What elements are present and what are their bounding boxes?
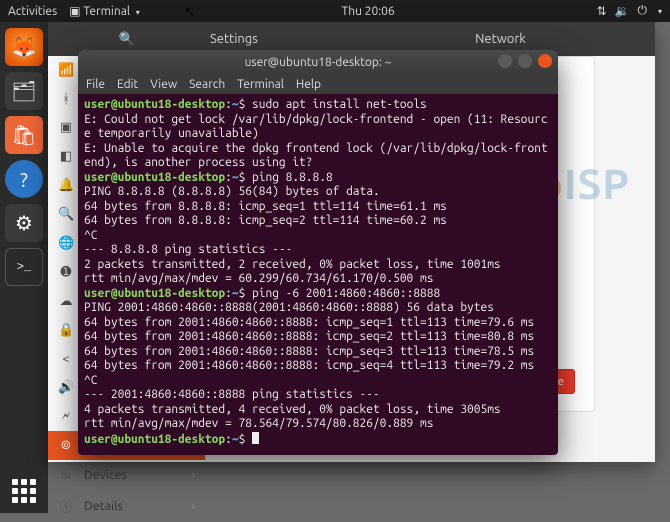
terminal-menu-view[interactable]: View: [150, 78, 177, 91]
terminal-menu-help[interactable]: Help: [296, 78, 321, 91]
terminal-menu-search[interactable]: Search: [189, 78, 225, 91]
dock-firefox[interactable]: 🦊: [5, 28, 43, 66]
settings-search-button[interactable]: 🔍: [48, 32, 206, 47]
power-icon: 🗲: [58, 409, 74, 424]
settings-title: Settings: [206, 32, 346, 46]
terminal-menu-file[interactable]: File: [86, 78, 105, 91]
window-close-button[interactable]: [538, 54, 552, 68]
network-status-icon[interactable]: ⇅: [596, 4, 606, 18]
sound-icon: 🔊: [58, 380, 74, 395]
bell-icon: 🔔: [58, 178, 74, 193]
settings-panel-title: Network: [346, 32, 655, 46]
sidebar-item-details[interactable]: ⓘ Details ›: [48, 489, 205, 522]
dock-show-apps[interactable]: [0, 479, 48, 503]
dock: 🦊 🗂 🛍 ? ⚙ >_: [0, 22, 48, 513]
terminal-menu-terminal[interactable]: Terminal: [237, 78, 284, 91]
bt-icon: ᚼ: [58, 92, 74, 106]
terminal-menubar: File Edit View Search Terminal Help: [78, 74, 558, 94]
dock-software[interactable]: 🛍: [5, 116, 43, 154]
sidebar-item-label: Details: [84, 499, 123, 513]
dock-settings[interactable]: ⚙: [5, 204, 43, 242]
appmenu-button[interactable]: ▣ Terminal ▾: [69, 4, 140, 18]
share-icon: <: [58, 352, 74, 366]
chevron-right-icon: ›: [191, 499, 195, 513]
access-icon: ➊: [58, 265, 74, 280]
wifi-icon: 📶: [58, 63, 74, 78]
privacy-icon: 🔒: [58, 323, 74, 338]
bg-icon: ▣: [58, 120, 74, 135]
appmenu-label: Terminal: [83, 5, 130, 18]
accounts-icon: ☁: [58, 294, 74, 309]
terminal-title: user@ubuntu18-desktop: ~: [78, 56, 558, 69]
dock-files[interactable]: 🗂: [5, 72, 43, 110]
terminal-viewport[interactable]: user@ubuntu18-desktop:~$ sudo apt instal…: [78, 94, 558, 455]
search-icon: 🔍: [58, 207, 74, 222]
gnome-topbar: Activities ▣ Terminal ▾ Thu 20:06 ⇅ 🔉 ⏻ …: [0, 0, 670, 22]
volume-icon[interactable]: 🔉: [615, 4, 630, 18]
terminal-menu-edit[interactable]: Edit: [117, 78, 138, 91]
net-icon: ⊚: [58, 438, 74, 453]
terminal-icon: ▣: [69, 5, 80, 18]
chevron-right-icon: ›: [191, 468, 195, 482]
dock-terminal[interactable]: >_: [5, 248, 43, 286]
terminal-window: user@ubuntu18-desktop: ~ File Edit View Sea…: [78, 50, 558, 455]
sidebar-item-label: Devices: [84, 468, 127, 482]
dock-help[interactable]: ?: [5, 160, 43, 198]
window-minimize-button[interactable]: [498, 54, 512, 68]
window-maximize-button[interactable]: [518, 54, 532, 68]
sidebar-item-devices[interactable]: ⊞ Devices ›: [48, 460, 205, 489]
det-icon: ⓘ: [58, 496, 74, 515]
dev-icon: ⊞: [58, 467, 74, 482]
clock[interactable]: Thu 20:06: [140, 5, 597, 18]
dock-icon: ◧: [58, 149, 74, 164]
activities-button[interactable]: Activities: [8, 5, 57, 18]
region-icon: 🌐: [58, 236, 74, 251]
chevron-down-icon[interactable]: ▾: [658, 7, 662, 16]
terminal-titlebar[interactable]: user@ubuntu18-desktop: ~: [78, 50, 558, 74]
search-icon: 🔍: [119, 32, 135, 47]
power-icon[interactable]: ⏻: [637, 4, 647, 18]
